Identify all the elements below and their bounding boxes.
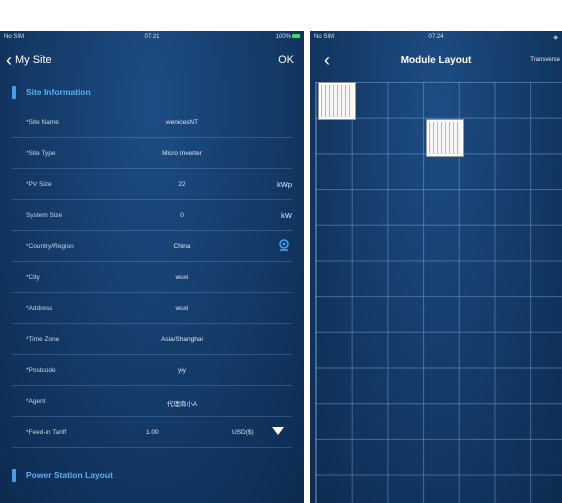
status-bar: No SIM 07:24 ◈ <box>310 31 562 43</box>
page-title: Module Layout <box>400 55 472 66</box>
unit-label: kWp <box>277 180 292 189</box>
location-pin-icon[interactable] <box>278 239 290 252</box>
field-city[interactable]: *City wuxi <box>12 262 292 293</box>
pv-module[interactable] <box>318 82 356 120</box>
pv-module[interactable] <box>426 119 464 157</box>
field-label: *City <box>26 274 40 281</box>
field-label: *PV Size <box>26 181 52 188</box>
field-label: System Size <box>26 212 63 219</box>
field-label: *Time Zone <box>26 336 60 343</box>
back-button[interactable]: ‹ My Site <box>6 51 52 69</box>
site-settings-screen: No SIM 07:21 100% ‹ My Site OK Site Info… <box>0 31 304 503</box>
field-pv-size[interactable]: *PV Size 22 kWp <box>12 169 292 200</box>
field-feed-in-tariff[interactable]: *Feed-in Tariff 1.00 USD($) <box>12 417 292 448</box>
field-label: *Feed-in Tariff <box>26 429 67 436</box>
section-title: Power Station Layout <box>26 470 113 480</box>
time-zone-select[interactable]: Asia/Shanghai <box>122 336 242 343</box>
chevron-left-icon: ‹ <box>6 50 12 70</box>
site-type-select[interactable]: Micro Inverter <box>122 150 242 157</box>
section-marker <box>12 85 16 99</box>
field-agent[interactable]: *Agent 代理商小A <box>12 386 292 417</box>
module-layout-screen: No SIM 07:24 ◈ ‹ Module Layout Transvers… <box>310 31 562 503</box>
tariff-input[interactable]: 1.00 <box>146 429 159 436</box>
section-site-information: Site Information <box>0 77 304 107</box>
field-label: *Postcode <box>26 367 56 374</box>
pv-size-input[interactable]: 22 <box>122 181 242 188</box>
city-input[interactable]: wuxi <box>122 274 242 281</box>
site-name-input[interactable]: wenicesNT <box>122 119 242 126</box>
field-site-name[interactable]: *Site Name wenicesNT <box>12 107 292 138</box>
unit-label: kW <box>281 211 292 220</box>
address-input[interactable]: wuxi <box>122 305 242 312</box>
currency-select[interactable]: USD($) <box>232 429 254 436</box>
navigation-bar: ‹ Module Layout Transverse <box>310 43 562 77</box>
field-address[interactable]: *Address wuxi <box>12 293 292 324</box>
status-time: 07:24 <box>428 34 444 40</box>
field-label: *Site Type <box>26 150 56 157</box>
section-title: Site Information <box>26 87 91 97</box>
postcode-input[interactable]: yiy <box>122 367 242 374</box>
system-size-input[interactable]: 0 <box>122 212 242 219</box>
country-select[interactable]: China <box>122 243 242 250</box>
battery-icon <box>292 34 300 39</box>
triangle-down-icon[interactable] <box>272 427 284 435</box>
battery-text: 100% <box>275 34 291 40</box>
field-label: *Address <box>26 305 53 312</box>
ok-button[interactable]: OK <box>278 54 294 66</box>
battery-status: 100% <box>276 34 300 40</box>
field-site-type[interactable]: *Site Type Micro Inverter <box>12 138 292 169</box>
field-system-size[interactable]: System Size 0 kW <box>12 200 292 231</box>
site-info-form: *Site Name wenicesNT *Site Type Micro In… <box>12 107 292 448</box>
field-label: *Site Name <box>26 119 59 126</box>
status-time: 07:21 <box>144 34 160 40</box>
transverse-button[interactable]: Transverse <box>530 57 560 63</box>
module-layout-grid[interactable] <box>315 82 562 503</box>
location-arrow-icon: ◈ <box>553 35 558 41</box>
status-bar: No SIM 07:21 100% <box>0 31 304 43</box>
field-label: *Agent <box>26 398 46 405</box>
back-label: My Site <box>15 54 52 66</box>
navigation-bar: ‹ My Site OK <box>0 43 304 77</box>
section-power-station-layout[interactable]: Power Station Layout <box>0 460 304 490</box>
field-label: *Country/Region <box>26 243 74 250</box>
section-marker <box>12 468 16 482</box>
field-country-region[interactable]: *Country/Region China <box>12 231 292 262</box>
field-time-zone[interactable]: *Time Zone Asia/Shanghai <box>12 324 292 355</box>
field-postcode[interactable]: *Postcode yiy <box>12 355 292 386</box>
agent-select[interactable]: 代理商小A <box>122 398 242 408</box>
